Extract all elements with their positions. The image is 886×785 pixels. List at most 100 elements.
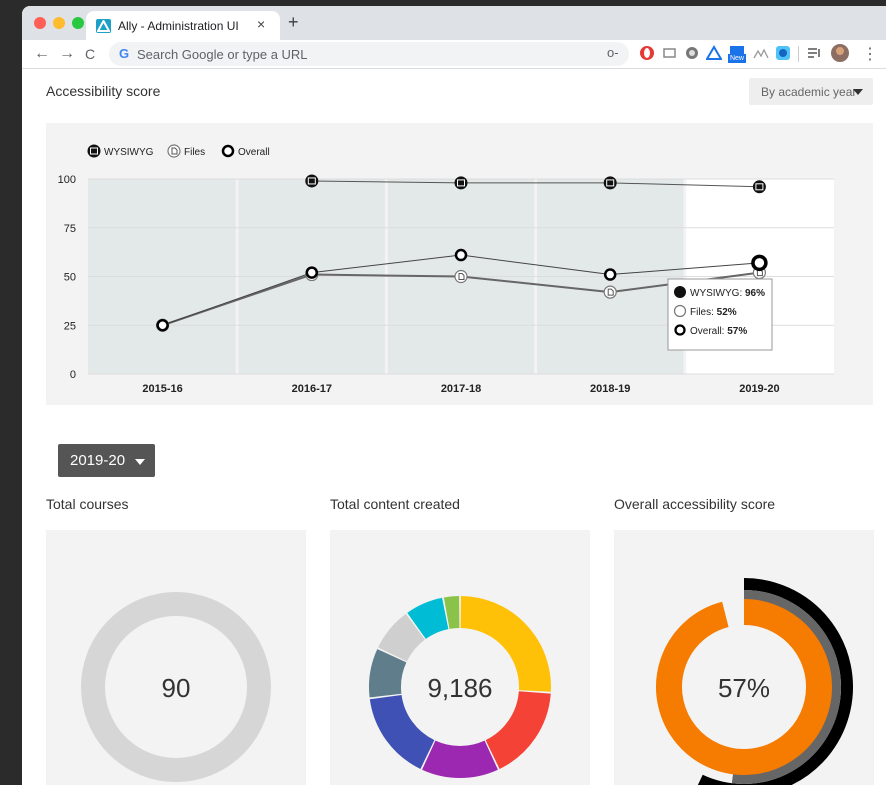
reload-icon[interactable]: C [85,46,95,62]
browser-window: Ally - Administration UI × + ← → C G Sea… [22,6,886,785]
forward-icon[interactable]: → [59,45,75,63]
tooltip-row-label: WYSIWYG: [690,288,745,299]
legend-label: Overall [238,147,270,158]
tab-close-icon[interactable]: × [257,16,265,32]
files-marker [454,269,468,284]
tooltip-row: Overall: 57% [690,326,747,337]
files-point [603,285,617,299]
x-tick-label: 2016-17 [292,383,332,395]
tooltip-row-value: 96% [745,288,765,299]
tooltip-row-value: 52% [717,307,737,318]
x-tick-label: 2017-18 [441,383,481,395]
overall-point [156,319,169,332]
overall-score-value: 57% [717,673,771,703]
tooltip-row: WYSIWYG: 96% [690,288,765,299]
wysiwyg-marker [305,174,319,188]
browser-tab[interactable]: Ally - Administration UI × [86,11,280,40]
content-donut-segment [378,613,426,662]
total-courses-title: Total courses [46,496,129,512]
x-tick-label: 2018-19 [590,383,630,395]
content-donut-chart [369,596,551,778]
ally-extension-icon[interactable] [706,45,722,61]
wysiwyg-point [454,176,468,190]
accessibility-line-chart: 0 25 50 75 100 2015-16 2016-17 2017-18 2018-19 20… [58,144,834,395]
total-courses-card: 90 [46,530,306,785]
overall-point [751,254,768,272]
academic-year-dropdown[interactable]: 2019-20 [58,444,155,477]
content-donut-segment [443,596,460,629]
back-icon[interactable]: ← [34,45,50,63]
media-control-icon[interactable] [806,45,822,61]
tooltip-overall-icon [674,324,686,336]
y-tick-label: 50 [64,272,76,284]
wysiwyg-marker [603,176,617,190]
x-tick-label: 2019-20 [739,383,779,395]
legend-wysiwyg-icon [87,144,101,158]
caret-down-icon [853,89,863,95]
courses-ring [81,592,271,782]
maximize-window-button[interactable] [72,17,84,29]
wysiwyg-point [305,174,319,188]
period-dropdown-label: By academic year [761,85,857,99]
new-extension-icon[interactable]: New [728,43,746,63]
omnibox[interactable]: G Search Google or type a URL o- [109,42,629,66]
wysiwyg-point [603,176,617,190]
cast-extension-icon[interactable] [662,45,678,61]
overall-point [454,248,468,262]
opera-extension-icon[interactable] [639,45,655,61]
wysiwyg-marker [454,176,468,190]
google-icon: G [119,46,130,61]
caret-down-icon [135,459,145,465]
minimize-window-button[interactable] [53,17,65,29]
overall-score-card: 57% [614,530,874,785]
total-content-card: 9,186 [330,530,590,785]
overall-point [305,266,319,279]
wysiwyg-marker [752,180,766,194]
new-tab-button[interactable]: + [288,12,299,33]
total-courses-value: 90 [161,673,191,703]
tooltip-wysiwyg-icon [674,286,686,298]
omnibox-input[interactable]: Search Google or type a URL [137,47,308,62]
profile-avatar[interactable] [830,43,850,63]
total-content-title: Total content created [330,496,460,512]
tooltip-row-value: 57% [727,326,747,337]
legend-files-icon [167,144,181,158]
tooltip-row-label: Overall: [690,326,727,337]
overall-score-title: Overall accessibility score [614,496,776,512]
mountain-extension-icon[interactable] [753,45,769,61]
y-tick-label: 0 [70,369,76,381]
legend-overall-icon [221,144,235,158]
ally-logo-icon [96,19,111,33]
y-tick-label: 75 [64,223,76,235]
y-tick-label: 100 [58,174,76,186]
legend-label: WYSIWYG [104,147,154,158]
score-radial-chart [656,578,853,785]
accessibility-chart-panel: 0 25 50 75 100 2015-16 2016-17 2017-18 2018-19 20… [46,123,873,405]
close-window-button[interactable] [34,17,46,29]
legend-label: Files [184,147,205,158]
content-donut-segment [369,694,435,769]
tab-strip: Ally - Administration UI × + [22,6,886,40]
overall-point [603,268,617,281]
new-badge: New [728,54,746,63]
files-marker [603,285,617,299]
browser-menu-icon[interactable]: ⋮ [862,44,878,64]
tooltip-files-icon [673,304,687,318]
wysiwyg-point [752,180,766,194]
tooltip-row-label: Files: [690,307,717,318]
tooltip-row: Files: 52% [690,307,737,318]
key-icon[interactable]: o- [607,45,619,60]
section-title: Accessibility score [46,83,161,99]
period-dropdown[interactable]: By academic year [749,78,873,105]
files-point [454,269,468,284]
toolbar-divider [798,46,799,62]
chart-tooltip: WYSIWYG: 96% Files: 52% Overall: 57% [667,278,773,351]
content-donut-segment [407,597,449,640]
content-donut-segment [422,740,498,778]
y-tick-label: 25 [64,320,76,332]
blue-extension-icon[interactable] [775,45,791,61]
total-content-value: 9,186 [427,673,493,703]
page-content: Accessibility score By academic year 0 25… [22,69,886,785]
browser-toolbar: ← → C G Search Google or type a URL o- N… [22,40,886,69]
circle-extension-icon[interactable] [684,45,700,61]
